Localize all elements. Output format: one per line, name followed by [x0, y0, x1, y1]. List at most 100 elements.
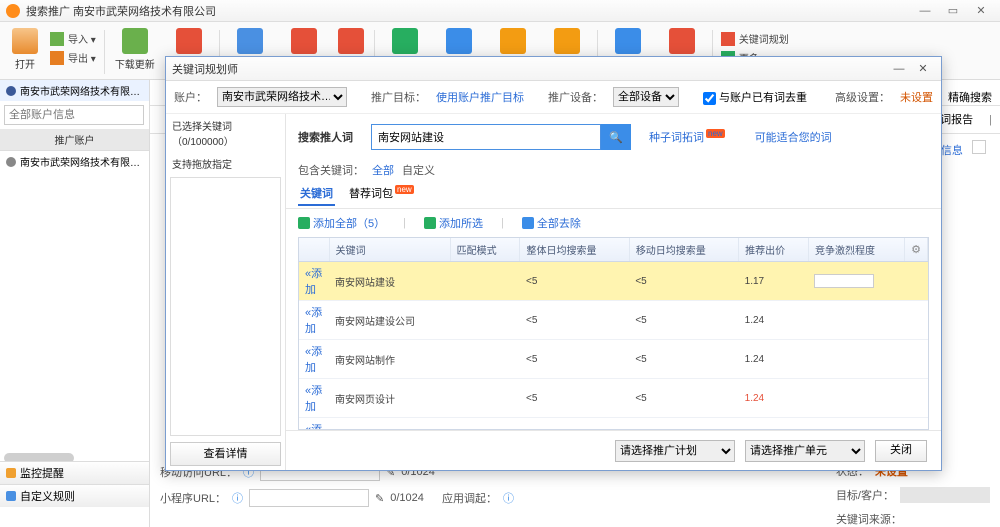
subtab-packages[interactable]: 替荐词包new	[347, 182, 416, 206]
comp-input[interactable]	[814, 274, 874, 288]
maximize-button[interactable]: ▭	[940, 3, 966, 19]
table-row[interactable]: «添加南安网站建设公司<5<51.24	[299, 301, 928, 340]
panel-rules[interactable]: 自定义规则	[0, 484, 149, 507]
search-icon: 🔍	[609, 131, 623, 144]
info-icon[interactable]: ⓘ	[232, 490, 243, 506]
history-icon	[554, 28, 580, 54]
suitable-words-link[interactable]: 可能适合您的词	[755, 129, 832, 145]
remove-all-button[interactable]: 全部去除	[522, 215, 581, 231]
account-filter-input[interactable]	[4, 105, 144, 125]
target-icon	[669, 28, 695, 54]
filter-custom-link[interactable]: 自定义	[402, 162, 435, 178]
upload-icon	[176, 28, 202, 54]
cell-keyword: 南安网站制作	[329, 340, 450, 379]
edit-icon	[237, 28, 263, 54]
miniapp-url-input[interactable]	[249, 489, 369, 507]
info-icon[interactable]: ⓘ	[503, 490, 514, 506]
subtab-keywords[interactable]: 关键词	[298, 182, 335, 206]
keyword-planner-dialog: 关键词规划师 — ✕ 账户： 南安市武荣网络技术… 推广目标： 使用账户推广目标…	[165, 56, 942, 471]
search-button[interactable]: 🔍	[601, 124, 631, 150]
person-icon	[12, 28, 38, 54]
add-link[interactable]: «添加	[305, 385, 322, 413]
cell-comp	[808, 340, 904, 379]
seed-expand-link[interactable]: 种子词拓词new	[649, 129, 725, 145]
dialog-close[interactable]: ✕	[911, 62, 935, 75]
add-link[interactable]: «添加	[305, 346, 322, 374]
plus-icon	[298, 217, 310, 229]
expand-icon[interactable]	[972, 140, 986, 154]
col-bid[interactable]: 推荐出价	[739, 238, 809, 262]
plus-icon	[424, 217, 436, 229]
import-icon	[50, 32, 64, 46]
download-button[interactable]: 下载更新	[109, 26, 161, 73]
adv-link[interactable]: 未设置	[900, 89, 933, 105]
cell-match	[450, 379, 520, 418]
magnify-icon	[338, 28, 364, 54]
export-button[interactable]: 导出 ▾	[46, 49, 100, 66]
plan-link[interactable]: 使用账户推广目标	[436, 89, 524, 105]
plan-select[interactable]: 请选择推广计划	[615, 440, 735, 462]
cell-match	[450, 418, 520, 431]
add-all-button[interactable]: 添加全部（5）	[298, 215, 385, 231]
dev-label: 推广设备：	[548, 89, 603, 105]
cell-mob: <5	[629, 262, 738, 301]
dedupe-checkbox[interactable]: 与账户已有词去重	[703, 89, 807, 105]
cell-comp	[808, 379, 904, 418]
target-label: 目标/客户：	[836, 487, 894, 503]
col-pc-vol[interactable]: 整体日均搜索量	[520, 238, 629, 262]
cell-keyword: 南安网站建设公司	[329, 301, 450, 340]
acct-select[interactable]: 南安市武荣网络技术…	[217, 87, 347, 107]
add-link[interactable]: «添加	[305, 307, 322, 335]
account-row[interactable]: 南安市武荣网络技术有限公司	[0, 151, 149, 172]
cell-mob: <5	[629, 340, 738, 379]
panel-monitor[interactable]: 监控提醒	[0, 461, 149, 484]
close-button[interactable]: ✕	[968, 3, 994, 19]
filter-all-link[interactable]: 全部	[372, 162, 394, 178]
keyword-table: 关键词 匹配模式 整体日均搜索量 移动日均搜索量 推荐出价 竞争激烈程度 ⚙ «…	[299, 238, 928, 430]
cell-mob: <5	[629, 379, 738, 418]
gauge-icon	[446, 28, 472, 54]
keyword-search-input[interactable]	[371, 124, 601, 150]
view-detail-button[interactable]: 查看详情	[170, 442, 281, 466]
col-mob-vol[interactable]: 移动日均搜索量	[629, 238, 738, 262]
adv-label: 高级设置：	[835, 89, 890, 105]
miniapp-url-label: 小程序URL：	[160, 490, 226, 506]
col-match[interactable]: 匹配模式	[450, 238, 520, 262]
dialog-title: 关键词规划师	[172, 61, 887, 77]
table-row[interactable]: «添加南安网站开发<5<50.4	[299, 418, 928, 431]
list-icon	[721, 32, 735, 46]
open-button[interactable]: 打开	[6, 26, 44, 73]
add-selected-button[interactable]: 添加所选	[424, 215, 483, 231]
window-title: 搜索推广 南安市武荣网络技术有限公司	[26, 3, 912, 19]
account-icon	[6, 157, 16, 167]
cell-pc: <5	[520, 262, 629, 301]
cell-bid: 0.4	[739, 418, 809, 431]
app-icon	[6, 4, 20, 18]
cell-comp	[808, 262, 904, 301]
table-row[interactable]: «添加南安网站建设<5<51.17	[299, 262, 928, 301]
account-row[interactable]: 南安市武荣网络技术有限公司	[0, 80, 149, 101]
selected-kw-list[interactable]	[170, 177, 281, 436]
rule-icon	[6, 491, 16, 501]
col-competition[interactable]: 竞争激烈程度	[808, 238, 904, 262]
minimize-button[interactable]: —	[912, 3, 938, 19]
dialog-minimize[interactable]: —	[887, 63, 911, 75]
import-button[interactable]: 导入 ▾	[46, 30, 100, 47]
table-row[interactable]: «添加南安网页设计<5<51.24	[299, 379, 928, 418]
cell-mob: <5	[629, 418, 738, 431]
edit-icon[interactable]: ✎	[375, 492, 384, 505]
close-button[interactable]: 关闭	[875, 440, 927, 462]
table-row[interactable]: «添加南安网站制作<5<51.24	[299, 340, 928, 379]
col-keyword[interactable]: 关键词	[329, 238, 450, 262]
chart-icon	[392, 28, 418, 54]
unit-select[interactable]: 请选择推广单元	[745, 440, 865, 462]
live-icon	[500, 28, 526, 54]
kw-planner-link[interactable]: 关键词规划	[717, 30, 793, 47]
cell-bid: 1.24	[739, 301, 809, 340]
cell-keyword: 南安网站建设	[329, 262, 450, 301]
add-link[interactable]: «添加	[305, 268, 322, 296]
cell-bid: 1.24	[739, 379, 809, 418]
gear-icon[interactable]: ⚙	[911, 244, 921, 256]
dev-select[interactable]: 全部设备	[613, 87, 679, 107]
account-icon	[6, 86, 16, 96]
